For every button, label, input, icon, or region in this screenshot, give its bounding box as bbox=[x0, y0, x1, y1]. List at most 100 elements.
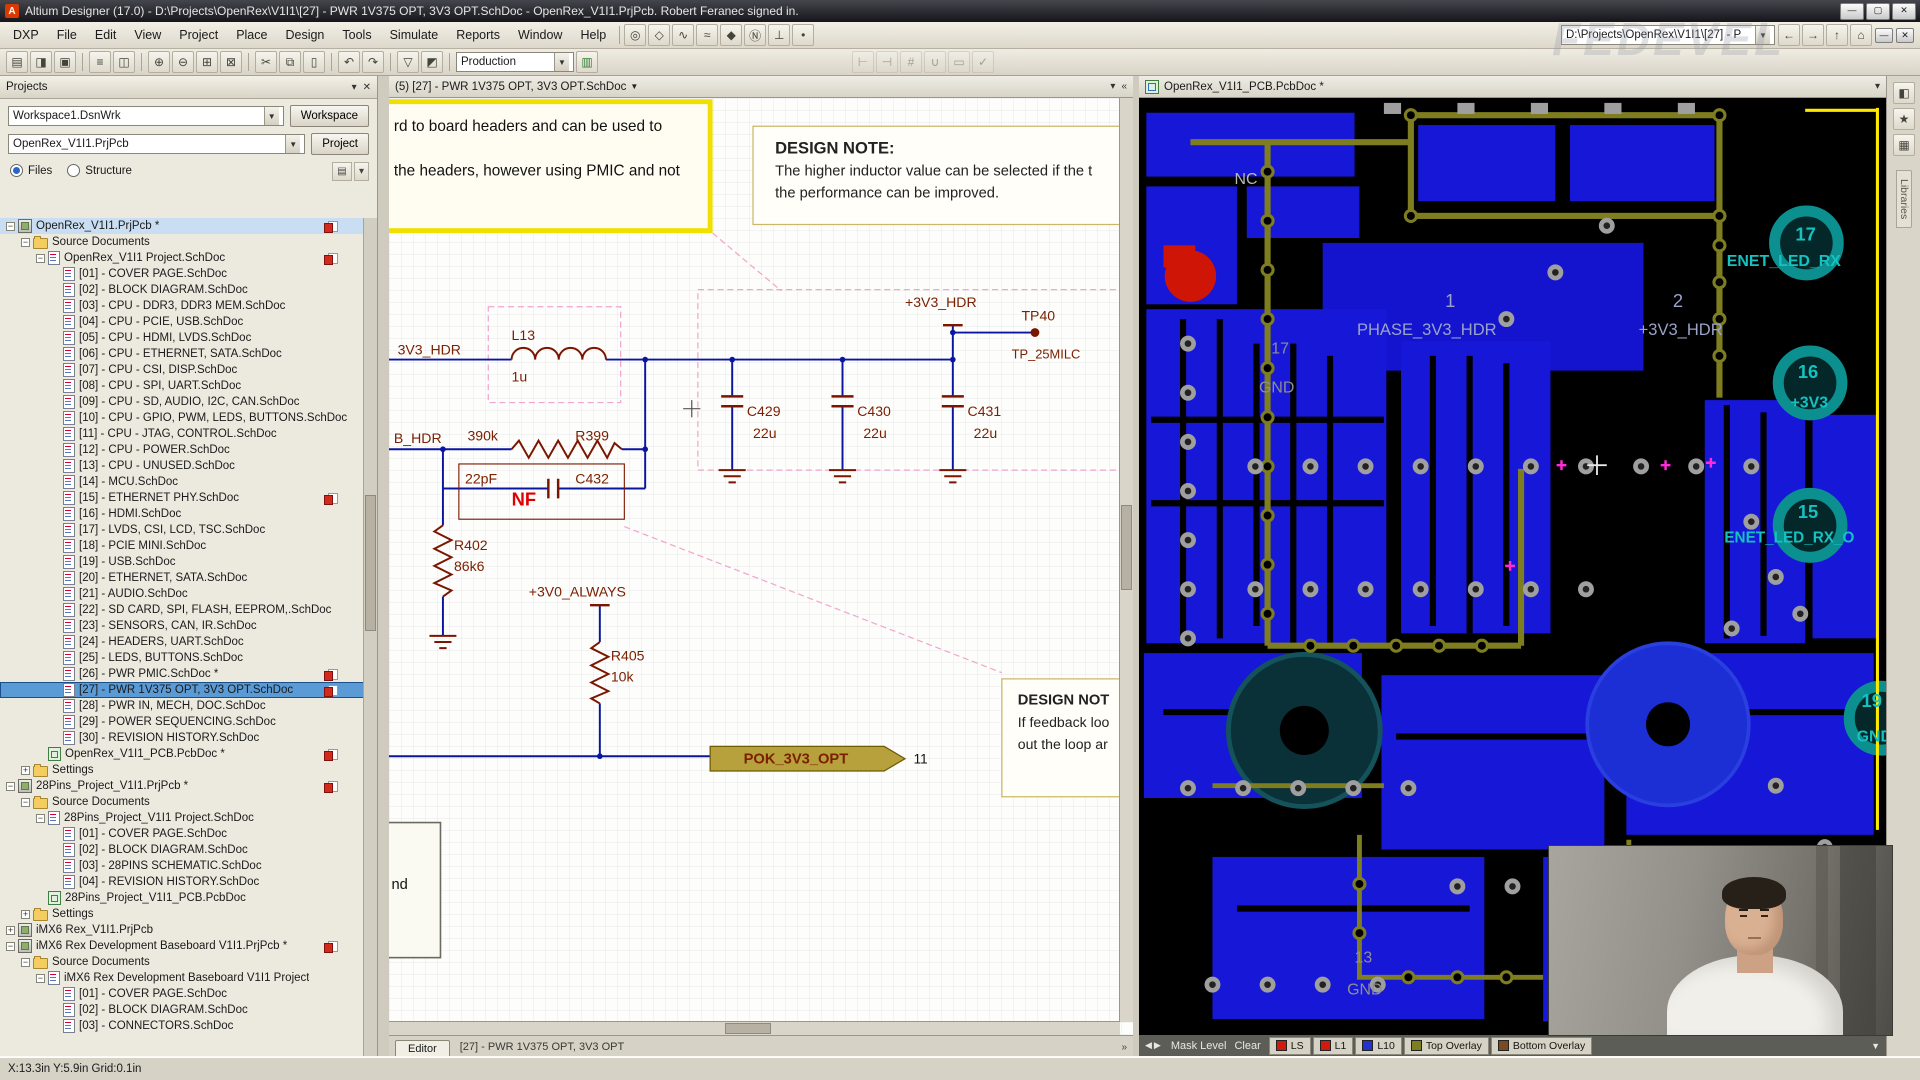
move-icon[interactable]: ◇ bbox=[648, 24, 670, 46]
tree-item[interactable]: 28Pins_Project_V1I1_PCB.PcbDoc bbox=[0, 890, 364, 906]
testpoint-label[interactable]: TP40 bbox=[1021, 307, 1055, 323]
tree-item[interactable]: [07] - CPU - CSI, DISP.SchDoc bbox=[0, 362, 364, 378]
tree-item[interactable]: −OpenRex_V1I1 Project.SchDoc bbox=[0, 250, 364, 266]
tree-item[interactable]: [30] - REVISION HISTORY.SchDoc bbox=[0, 730, 364, 746]
vscroll-thumb[interactable] bbox=[1121, 505, 1132, 590]
tree-item[interactable]: [29] - POWER SEQUENCING.SchDoc bbox=[0, 714, 364, 730]
zoom-area-icon[interactable]: ⊞ bbox=[196, 51, 218, 73]
layer-tab-bottom-overlay[interactable]: Bottom Overlay bbox=[1491, 1037, 1592, 1055]
wire-icon[interactable]: ∿ bbox=[672, 24, 694, 46]
pcb-net-label[interactable]: GND bbox=[1259, 380, 1294, 397]
redo-icon[interactable]: ↷ bbox=[362, 51, 384, 73]
tree-item[interactable]: −Source Documents bbox=[0, 794, 364, 810]
tree-item[interactable]: [03] - CPU - DDR3, DDR3 MEM.SchDoc bbox=[0, 298, 364, 314]
project-combo[interactable]: OpenRex_V1I1.PrjPcb ▼ bbox=[8, 134, 305, 154]
value[interactable]: 1u bbox=[512, 369, 528, 385]
designator[interactable]: C429 bbox=[747, 403, 781, 419]
pcb-net-label[interactable]: +3V3_HDR bbox=[1639, 320, 1723, 339]
panels-icon[interactable]: ◧ bbox=[1893, 82, 1915, 104]
tree-scrollbar[interactable] bbox=[363, 218, 377, 1056]
tree-item[interactable]: [03] - CONNECTORS.SchDoc bbox=[0, 1018, 364, 1034]
tree-scrollbar-thumb[interactable] bbox=[365, 495, 376, 631]
tree-item[interactable]: −OpenRex_V1I1.PrjPcb * bbox=[0, 218, 364, 234]
pcb-pad-number[interactable]: 17 bbox=[1795, 223, 1815, 244]
maximize-button[interactable]: ▢ bbox=[1866, 3, 1890, 20]
value[interactable]: 22pF bbox=[465, 471, 497, 487]
tree-item[interactable]: [08] - CPU - SPI, UART.SchDoc bbox=[0, 378, 364, 394]
pcb-net-label[interactable]: PHASE_3V3_HDR bbox=[1357, 320, 1497, 339]
home-icon[interactable]: ⌂ bbox=[1850, 24, 1872, 46]
tree-item[interactable]: [13] - CPU - UNUSED.SchDoc bbox=[0, 458, 364, 474]
save-icon[interactable]: ▣ bbox=[54, 51, 76, 73]
pcb-pad-number[interactable]: 17 bbox=[1271, 340, 1289, 357]
tree-expander[interactable]: − bbox=[36, 974, 45, 983]
pcb-net-label[interactable]: ENET_LED_RX_O bbox=[1724, 530, 1854, 547]
net-label[interactable]: 3V3_HDR bbox=[398, 342, 461, 358]
tree-item[interactable]: [01] - COVER PAGE.SchDoc bbox=[0, 826, 364, 842]
zoom-fit-icon[interactable]: ⊠ bbox=[220, 51, 242, 73]
menu-file[interactable]: File bbox=[48, 24, 86, 46]
drc-icon[interactable]: ✓ bbox=[972, 51, 994, 73]
tree-item[interactable]: [16] - HDMI.SchDoc bbox=[0, 506, 364, 522]
tree-item[interactable]: [24] - HEADERS, UART.SchDoc bbox=[0, 634, 364, 650]
value[interactable]: 86k6 bbox=[454, 558, 485, 574]
clear-button[interactable]: Clear bbox=[1234, 1040, 1260, 1052]
close-button[interactable]: ✕ bbox=[1892, 3, 1916, 20]
print-preview-icon[interactable]: ◫ bbox=[113, 51, 135, 73]
pcb-pad-number[interactable]: 15 bbox=[1798, 501, 1818, 522]
tree-item[interactable]: −28Pins_Project_V1I1.PrjPcb * bbox=[0, 778, 364, 794]
tree-expander[interactable]: + bbox=[21, 910, 30, 919]
menu-project[interactable]: Project bbox=[170, 24, 227, 46]
menu-place[interactable]: Place bbox=[227, 24, 276, 46]
menu-help[interactable]: Help bbox=[571, 24, 615, 46]
tree-item[interactable]: [20] - ETHERNET, SATA.SchDoc bbox=[0, 570, 364, 586]
mask-level-button[interactable]: Mask Level bbox=[1171, 1040, 1227, 1052]
tree-item[interactable]: [02] - BLOCK DIAGRAM.SchDoc bbox=[0, 282, 364, 298]
tab-list-icon[interactable]: ▾ bbox=[1875, 81, 1880, 92]
value[interactable]: 22u bbox=[863, 425, 886, 441]
designator[interactable]: L13 bbox=[512, 327, 536, 343]
tab-dropdown-icon[interactable]: ▼ bbox=[630, 82, 638, 91]
designator[interactable]: C430 bbox=[857, 403, 891, 419]
tree-item[interactable]: [15] - ETHERNET PHY.SchDoc bbox=[0, 490, 364, 506]
pcb-pad-number[interactable]: 19 bbox=[1862, 690, 1882, 711]
tree-item[interactable]: [26] - PWR PMIC.SchDoc * bbox=[0, 666, 364, 682]
sheet-symbol-partial[interactable]: nd bbox=[389, 823, 440, 958]
tree-item[interactable]: [17] - LVDS, CSI, LCD, TSC.SchDoc bbox=[0, 522, 364, 538]
designator[interactable]: R399 bbox=[575, 428, 609, 444]
tree-item[interactable]: [18] - PCIE MINI.SchDoc bbox=[0, 538, 364, 554]
tree-item[interactable]: −Source Documents bbox=[0, 234, 364, 250]
menu-view[interactable]: View bbox=[125, 24, 170, 46]
pcb-net-label[interactable]: GND bbox=[1347, 981, 1382, 998]
paste-icon[interactable]: ▯ bbox=[303, 51, 325, 73]
tree-item[interactable]: [12] - CPU - POWER.SchDoc bbox=[0, 442, 364, 458]
bus-icon[interactable]: ≈ bbox=[696, 24, 718, 46]
tree-item[interactable]: [04] - CPU - PCIE, USB.SchDoc bbox=[0, 314, 364, 330]
doc-minimize-button[interactable]: — bbox=[1875, 28, 1893, 43]
zoom-out-icon[interactable]: ⊖ bbox=[172, 51, 194, 73]
back-icon[interactable]: ← bbox=[1778, 24, 1800, 46]
tree-expander[interactable]: + bbox=[6, 926, 15, 935]
panel-view-icon[interactable]: ▤ bbox=[332, 162, 352, 181]
layer-tab-ls[interactable]: LS bbox=[1269, 1037, 1311, 1055]
tree-item[interactable]: [02] - BLOCK DIAGRAM.SchDoc bbox=[0, 842, 364, 858]
doc-close-button[interactable]: ✕ bbox=[1896, 28, 1914, 43]
tab-list-icon[interactable]: ▾ bbox=[1110, 81, 1115, 92]
zoom-in-icon[interactable]: ⊕ bbox=[148, 51, 170, 73]
designator[interactable]: R405 bbox=[611, 647, 645, 663]
layer-tab-l1[interactable]: L1 bbox=[1313, 1037, 1354, 1055]
editor-tab[interactable]: Editor bbox=[395, 1040, 450, 1056]
pcb-pad-number[interactable]: 13 bbox=[1355, 950, 1373, 967]
net-label-icon[interactable]: Ⓝ bbox=[744, 24, 766, 46]
tree-item[interactable]: [02] - BLOCK DIAGRAM.SchDoc bbox=[0, 1002, 364, 1018]
minimize-button[interactable]: — bbox=[1840, 3, 1864, 20]
tree-item[interactable]: [28] - PWR IN, MECH, DOC.SchDoc bbox=[0, 698, 364, 714]
union-icon[interactable]: ∪ bbox=[924, 51, 946, 73]
tree-item[interactable]: [11] - CPU - JTAG, CONTROL.SchDoc bbox=[0, 426, 364, 442]
tree-item[interactable]: [05] - CPU - HDMI, LVDS.SchDoc bbox=[0, 330, 364, 346]
project-button[interactable]: Project bbox=[311, 133, 369, 155]
value[interactable]: 22u bbox=[753, 425, 776, 441]
tree-item[interactable]: [23] - SENSORS, CAN, IR.SchDoc bbox=[0, 618, 364, 634]
note-box-partial[interactable]: rd to board headers and can be used to t… bbox=[389, 102, 710, 231]
tree-item[interactable]: +Settings bbox=[0, 762, 364, 778]
